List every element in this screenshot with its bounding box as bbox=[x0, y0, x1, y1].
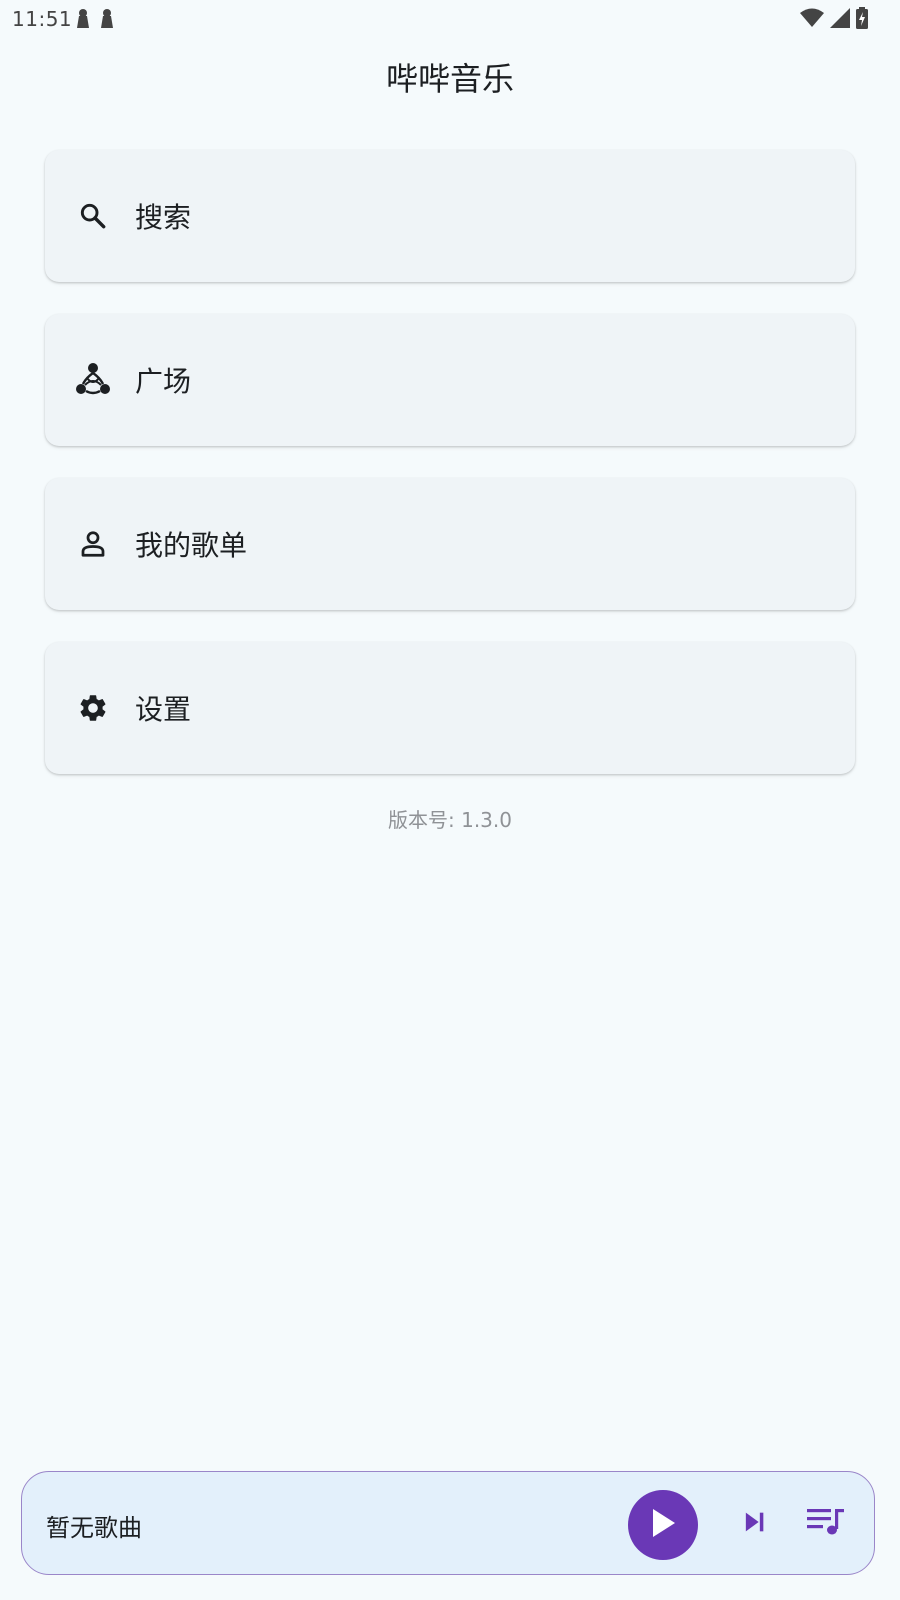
menu-item-label: 设置 bbox=[135, 693, 192, 726]
skip-next-button[interactable] bbox=[734, 1504, 774, 1544]
signal-icon bbox=[830, 8, 850, 32]
queue-music-icon bbox=[807, 1506, 845, 1542]
menu-item-settings[interactable]: 设置 bbox=[45, 642, 855, 774]
status-system-icons bbox=[800, 7, 868, 33]
menu-item-square[interactable]: 广场 bbox=[45, 314, 855, 446]
person-icon bbox=[73, 524, 113, 564]
wifi-icon bbox=[800, 8, 824, 32]
search-icon bbox=[73, 196, 113, 236]
player-song-title: 暂无歌曲 bbox=[46, 1514, 142, 1542]
notification-icon bbox=[76, 8, 90, 32]
mini-player[interactable]: 暂无歌曲 bbox=[21, 1471, 875, 1575]
status-notification-icons bbox=[76, 8, 114, 32]
battery-charging-icon bbox=[856, 7, 868, 33]
menu-item-label: 我的歌单 bbox=[135, 529, 248, 562]
main-menu: 搜索 广场 我的歌单 设置 bbox=[45, 150, 855, 806]
version-label: 版本号: 1.3.0 bbox=[388, 808, 512, 832]
notification-icon bbox=[100, 8, 114, 32]
play-button[interactable] bbox=[628, 1490, 698, 1560]
status-bar: 11:51 bbox=[0, 0, 900, 36]
status-time: 11:51 bbox=[12, 7, 73, 31]
queue-button[interactable] bbox=[804, 1502, 848, 1546]
page-title: 哔哔音乐 bbox=[385, 60, 514, 98]
menu-item-label: 广场 bbox=[135, 365, 192, 398]
menu-item-my-playlists[interactable]: 我的歌单 bbox=[45, 478, 855, 610]
skip-next-icon bbox=[740, 1508, 768, 1540]
gear-icon bbox=[73, 688, 113, 728]
menu-item-label: 搜索 bbox=[135, 201, 192, 234]
community-icon bbox=[73, 360, 113, 400]
play-icon bbox=[649, 1507, 677, 1543]
menu-item-search[interactable]: 搜索 bbox=[45, 150, 855, 282]
